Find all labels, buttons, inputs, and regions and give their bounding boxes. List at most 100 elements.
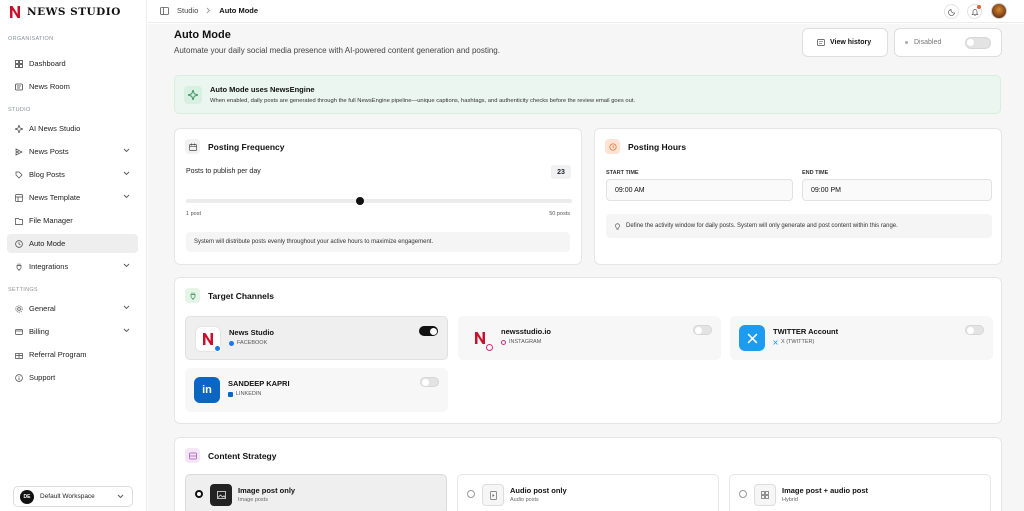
frequency-slider[interactable] xyxy=(186,197,572,205)
sidebar-item-label: Dashboard xyxy=(29,59,66,68)
channel-toggle[interactable] xyxy=(693,325,712,335)
slider-thumb[interactable] xyxy=(355,197,364,205)
chevron-down-icon xyxy=(123,148,130,153)
sidebar-toggle-icon[interactable] xyxy=(160,6,169,15)
sidebar-item-referral-program[interactable]: Referral Program xyxy=(7,345,138,364)
info-icon xyxy=(15,373,23,382)
channel-toggle[interactable] xyxy=(420,377,439,387)
channel-instagram[interactable]: newsstudio.io INSTAGRAM xyxy=(458,316,721,360)
card-header: Content Strategy xyxy=(185,448,276,463)
gear-icon xyxy=(15,304,23,313)
user-avatar[interactable] xyxy=(991,3,1007,19)
brand-mark-icon xyxy=(10,6,20,18)
sidebar-item-file-manager[interactable]: File Manager xyxy=(7,211,138,230)
history-icon xyxy=(817,39,825,46)
banner-title: Auto Mode uses NewsEngine xyxy=(210,85,315,94)
workspace-switcher[interactable]: DE Default Workspace xyxy=(13,486,133,507)
sidebar-item-label: News Posts xyxy=(29,147,69,156)
option-desc: Image posts xyxy=(238,497,268,503)
content-strategy-card: Content Strategy Image post only Image p… xyxy=(174,437,1002,511)
notifications-button[interactable] xyxy=(967,4,982,19)
chevron-down-icon xyxy=(123,171,130,176)
channel-twitter[interactable]: TWITTER Account X (TWITTER) xyxy=(730,316,993,360)
breadcrumb: Studio Auto Mode xyxy=(160,6,258,15)
channel-toggle[interactable] xyxy=(965,325,984,335)
send-icon xyxy=(15,147,23,156)
radio-button[interactable] xyxy=(467,490,475,498)
sidebar-item-label: AI News Studio xyxy=(29,124,81,133)
sidebar-item-label: News Room xyxy=(29,82,70,91)
channel-platform-label: X (TWITTER) xyxy=(781,339,815,345)
calendar-icon xyxy=(185,139,200,154)
posts-per-day-label: Posts to publish per day xyxy=(186,168,261,175)
end-time-label: END TIME xyxy=(802,170,829,176)
breadcrumb-studio[interactable]: Studio xyxy=(177,6,198,15)
workspace-name: Default Workspace xyxy=(40,493,95,500)
end-time-input[interactable]: 09:00 PM xyxy=(802,179,992,201)
channel-toggle[interactable] xyxy=(419,326,438,336)
info-banner: Auto Mode uses NewsEngine When enabled, … xyxy=(174,75,1001,114)
radio-button[interactable] xyxy=(195,490,203,498)
theme-toggle-button[interactable] xyxy=(944,4,959,19)
channel-platform-label: INSTAGRAM xyxy=(509,339,542,345)
main-content: Auto Mode Automate your daily social med… xyxy=(148,24,1024,511)
card-title: Content Strategy xyxy=(208,450,277,461)
sidebar-item-news-posts[interactable]: News Posts xyxy=(7,142,138,161)
channel-platform-label: FACEBOOK xyxy=(237,340,268,346)
chevron-down-icon xyxy=(123,305,130,310)
sidebar: NEWS STUDIO ORGANISATION Dashboard News … xyxy=(0,0,147,511)
sidebar-item-news-room[interactable]: News Room xyxy=(7,77,138,96)
image-icon xyxy=(210,484,232,506)
card-title: Posting Hours xyxy=(628,141,687,152)
posting-hours-card: Posting Hours START TIME 09:00 AM END TI… xyxy=(594,128,1002,265)
clock-icon xyxy=(15,239,23,248)
auto-mode-toggle[interactable] xyxy=(965,37,991,49)
lightbulb-icon xyxy=(615,222,620,230)
grid-icon xyxy=(754,484,776,506)
start-time-input[interactable]: 09:00 AM xyxy=(606,179,793,201)
breadcrumb-current: Auto Mode xyxy=(219,6,259,15)
sidebar-item-billing[interactable]: Billing xyxy=(7,322,138,341)
brand-logo[interactable]: NEWS STUDIO xyxy=(9,4,121,20)
chevron-down-icon xyxy=(123,194,130,199)
sidebar-item-ai-news-studio[interactable]: AI News Studio xyxy=(7,119,138,138)
chevron-down-icon xyxy=(117,494,124,499)
strategy-option-image[interactable]: Image post only Image posts xyxy=(185,474,447,511)
sidebar-item-label: Integrations xyxy=(29,262,69,271)
sidebar-item-news-template[interactable]: News Template xyxy=(7,188,138,207)
channel-facebook[interactable]: News Studio FACEBOOK xyxy=(185,316,448,360)
option-desc: Hybrid xyxy=(782,497,798,503)
sidebar-item-integrations[interactable]: Integrations xyxy=(7,257,138,276)
sidebar-item-auto-mode[interactable]: Auto Mode xyxy=(7,234,138,253)
channel-name: News Studio xyxy=(229,328,275,337)
auto-mode-status: Disabled xyxy=(894,28,1002,57)
audio-file-icon xyxy=(482,484,504,506)
instagram-icon xyxy=(501,339,506,345)
dashboard-icon xyxy=(15,59,23,68)
sidebar-item-support[interactable]: Support xyxy=(7,368,138,387)
card-header: Posting Frequency xyxy=(185,139,285,154)
option-desc: Audio posts xyxy=(510,497,539,503)
linkedin-icon xyxy=(228,391,233,397)
strategy-option-hybrid[interactable]: Image post + audio post Hybrid xyxy=(729,474,991,511)
start-time-label: START TIME xyxy=(606,170,639,176)
option-name: Audio post only xyxy=(510,486,567,495)
card-title: Posting Frequency xyxy=(208,141,285,152)
strategy-option-audio[interactable]: Audio post only Audio posts xyxy=(457,474,719,511)
posting-frequency-card: Posting Frequency Posts to publish per d… xyxy=(174,128,582,265)
hours-note: Define the activity window for daily pos… xyxy=(606,214,992,238)
channel-linkedin[interactable]: in SANDEEP KAPRI LINKEDIN xyxy=(185,368,448,412)
sidebar-item-label: General xyxy=(29,304,56,313)
sidebar-item-general[interactable]: General xyxy=(7,299,138,318)
workspace-avatar: DE xyxy=(20,489,34,504)
page-title: Auto Mode xyxy=(174,29,231,41)
sidebar-item-dashboard[interactable]: Dashboard xyxy=(7,54,138,73)
channel-name: SANDEEP KAPRI xyxy=(228,379,290,388)
sidebar-item-label: Blog Posts xyxy=(29,170,65,179)
radio-button[interactable] xyxy=(739,490,747,498)
sidebar-item-blog-posts[interactable]: Blog Posts xyxy=(7,165,138,184)
status-dot xyxy=(905,41,908,44)
view-history-button[interactable]: View history xyxy=(802,28,888,57)
card-header: Target Channels xyxy=(185,288,274,303)
sidebar-item-label: News Template xyxy=(29,193,81,202)
